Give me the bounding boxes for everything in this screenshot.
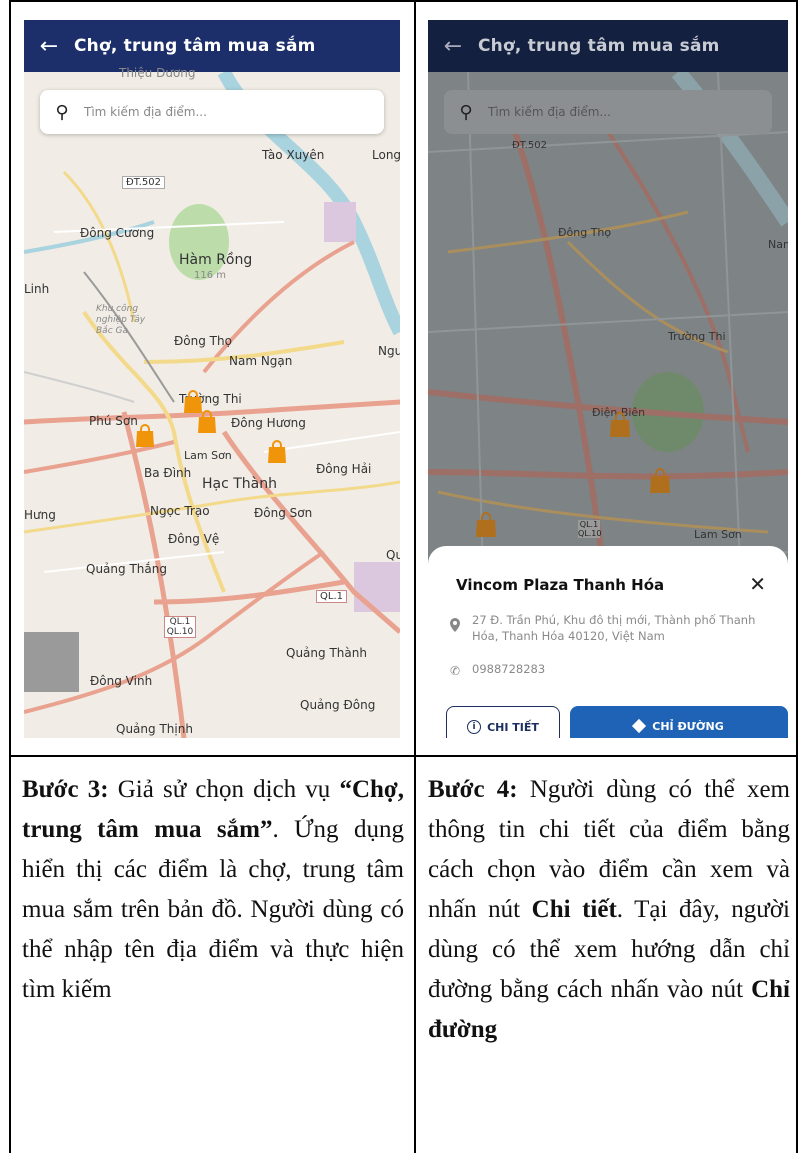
map-label: Đông Thọ: [558, 226, 612, 239]
search-bar[interactable]: ⚲ Tìm kiếm địa điểm...: [444, 90, 772, 134]
phone-icon: ✆: [450, 664, 461, 678]
step4-detail-term: Chi tiết: [531, 896, 617, 923]
step4-caption: Bước 4: Người dùng có thể xem thông tin …: [428, 770, 790, 1050]
app-bar: ← Chợ, trung tâm mua sắm: [24, 20, 400, 72]
map-view[interactable]: ⚲ Tìm kiếm địa điểm... Thiệu Dương Tào X…: [24, 66, 400, 738]
map-label: Hạc Thành: [202, 476, 278, 492]
search-placeholder: Tìm kiếm địa điểm...: [488, 105, 611, 119]
map-label: ĐT.502: [512, 140, 547, 151]
map-label: Hàm Rồng: [179, 252, 253, 268]
detail-button[interactable]: i CHI TIẾT: [446, 706, 560, 738]
shopping-bag-icon[interactable]: [196, 410, 218, 434]
map-label: Quảng Đông: [300, 698, 376, 712]
table-border-middle: [414, 0, 416, 1153]
app-bar: ← Chợ, trung tâm mua sắm: [428, 20, 788, 72]
map-label: Đông Cương: [80, 226, 155, 240]
place-name: Vincom Plaza Thanh Hóa: [456, 576, 665, 594]
table-border-top: [10, 0, 798, 2]
shopping-bag-icon[interactable]: [134, 424, 156, 448]
map-label: Quảng Thắng: [86, 562, 167, 576]
map-label: Nam Ngạn: [229, 354, 293, 368]
detail-button-label: CHI TIẾT: [487, 720, 539, 734]
directions-button[interactable]: CHỈ ĐƯỜNG: [570, 706, 788, 738]
map-label: Ngu: [378, 344, 400, 358]
map-label: QL.1: [316, 590, 347, 603]
app-title: Chợ, trung tâm mua sắm: [478, 36, 720, 56]
shopping-bag-icon[interactable]: [648, 468, 672, 494]
step4-label: Bước 4:: [428, 776, 518, 803]
info-icon: i: [467, 720, 482, 734]
map-label: Quảng Thành: [286, 646, 367, 660]
map-label: Đông Vinh: [90, 674, 153, 688]
map-label: Trường Thi: [668, 330, 726, 343]
close-icon[interactable]: ✕: [749, 572, 766, 596]
place-phone: 0988728283: [472, 662, 546, 676]
search-icon: ⚲: [55, 101, 69, 123]
table-border-left: [9, 0, 11, 1153]
map-label: Hưng: [24, 508, 56, 522]
map-label: Phú Sơn: [89, 414, 138, 428]
map-label: Đông Thọ: [174, 334, 232, 348]
map-label: Tào Xuyên: [262, 148, 325, 162]
left-phone-screenshot: ← Chợ, trung tâm mua sắm ⚲ Tìm kiếm địa …: [24, 20, 400, 738]
shopping-bag-icon[interactable]: [266, 440, 288, 464]
shopping-bag-icon[interactable]: [608, 412, 632, 438]
map-label: Thiệu Dương: [119, 66, 196, 80]
map-label: Ba Đình: [144, 466, 192, 480]
map-label: Qu: [386, 548, 400, 562]
table-row-divider: [10, 755, 798, 757]
place-detail-sheet: Vincom Plaza Thanh Hóa ✕ 27 Đ. Trần Phú,…: [428, 546, 788, 738]
back-arrow-icon[interactable]: ←: [428, 34, 478, 59]
map-label: Quảng Thịnh: [116, 722, 193, 736]
map-label: QL.1 QL.10: [164, 616, 196, 638]
map-label: QL.1 QL.10: [578, 520, 602, 538]
map-label: Linh: [24, 282, 50, 296]
search-icon: ⚲: [459, 101, 473, 123]
step3-caption: Bước 3: Giả sử chọn dịch vụ “Chợ, trung …: [22, 770, 404, 1010]
table-border-right: [796, 0, 798, 1153]
directions-icon: [632, 718, 647, 734]
map-label: Khu công nghiệp Tây Bắc Ga: [96, 304, 146, 336]
map-label: Long: [372, 148, 400, 162]
back-arrow-icon[interactable]: ←: [24, 34, 74, 59]
directions-button-label: CHỈ ĐƯỜNG: [652, 719, 724, 733]
map-label: Nam: [768, 238, 788, 251]
search-bar[interactable]: ⚲ Tìm kiếm địa điểm...: [40, 90, 384, 134]
step3-text: . Ứng dụng hiển thị các điểm là chợ, tru…: [22, 816, 404, 1003]
search-placeholder: Tìm kiếm địa điểm...: [84, 105, 207, 119]
map-label: Đông Vệ: [168, 532, 220, 546]
app-title: Chợ, trung tâm mua sắm: [74, 36, 316, 56]
map-label: Đông Hương: [231, 416, 306, 430]
step3-label: Bước 3:: [22, 776, 109, 803]
right-phone-screenshot: ← Chợ, trung tâm mua sắm ⚲ Tìm kiếm địa …: [428, 20, 788, 738]
map-label: Ngọc Trạo: [150, 504, 210, 518]
map-label: 116 m: [194, 270, 227, 281]
map-label: Lam Sơn: [184, 449, 232, 462]
map-label: Đông Sơn: [254, 506, 313, 520]
location-pin-icon: [450, 618, 460, 632]
map-label: ĐT.502: [122, 176, 165, 189]
step3-text: Giả sử chọn dịch vụ: [108, 776, 340, 803]
map-label: Lam Sơn: [694, 528, 742, 541]
map-label: Đông Hải: [316, 462, 372, 476]
place-address: 27 Đ. Trần Phú, Khu đô thị mới, Thành ph…: [472, 613, 756, 643]
shopping-bag-icon[interactable]: [474, 512, 498, 538]
